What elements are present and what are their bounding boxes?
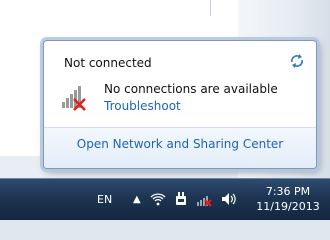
wireless-no-connection-icon — [62, 86, 86, 111]
troubleshoot-link[interactable]: Troubleshoot — [104, 99, 181, 113]
language-indicator[interactable]: EN — [97, 193, 112, 206]
volume-icon[interactable] — [221, 191, 237, 207]
flyout-title: Not connected — [64, 56, 152, 70]
show-hidden-icons-arrow[interactable]: ▲ — [133, 194, 141, 205]
wireless-signal-icon[interactable] — [150, 191, 166, 207]
clock-date: 11/19/2013 — [256, 200, 320, 213]
background-divider — [210, 0, 211, 16]
taskbar: EN ▲ 7:36 PM 11/19/2013 — [0, 178, 330, 220]
network-disconnected-icon[interactable] — [196, 191, 212, 207]
network-flyout: Not connected No connections are availab… — [43, 40, 317, 169]
system-clock[interactable]: 7:36 PM 11/19/2013 — [250, 184, 326, 214]
clock-time: 7:36 PM — [265, 185, 311, 198]
refresh-icon[interactable] — [289, 53, 305, 69]
open-network-sharing-center-link[interactable]: Open Network and Sharing Center — [44, 137, 316, 151]
no-connections-status: No connections are available — [104, 82, 278, 96]
power-plug-icon[interactable] — [173, 191, 189, 207]
